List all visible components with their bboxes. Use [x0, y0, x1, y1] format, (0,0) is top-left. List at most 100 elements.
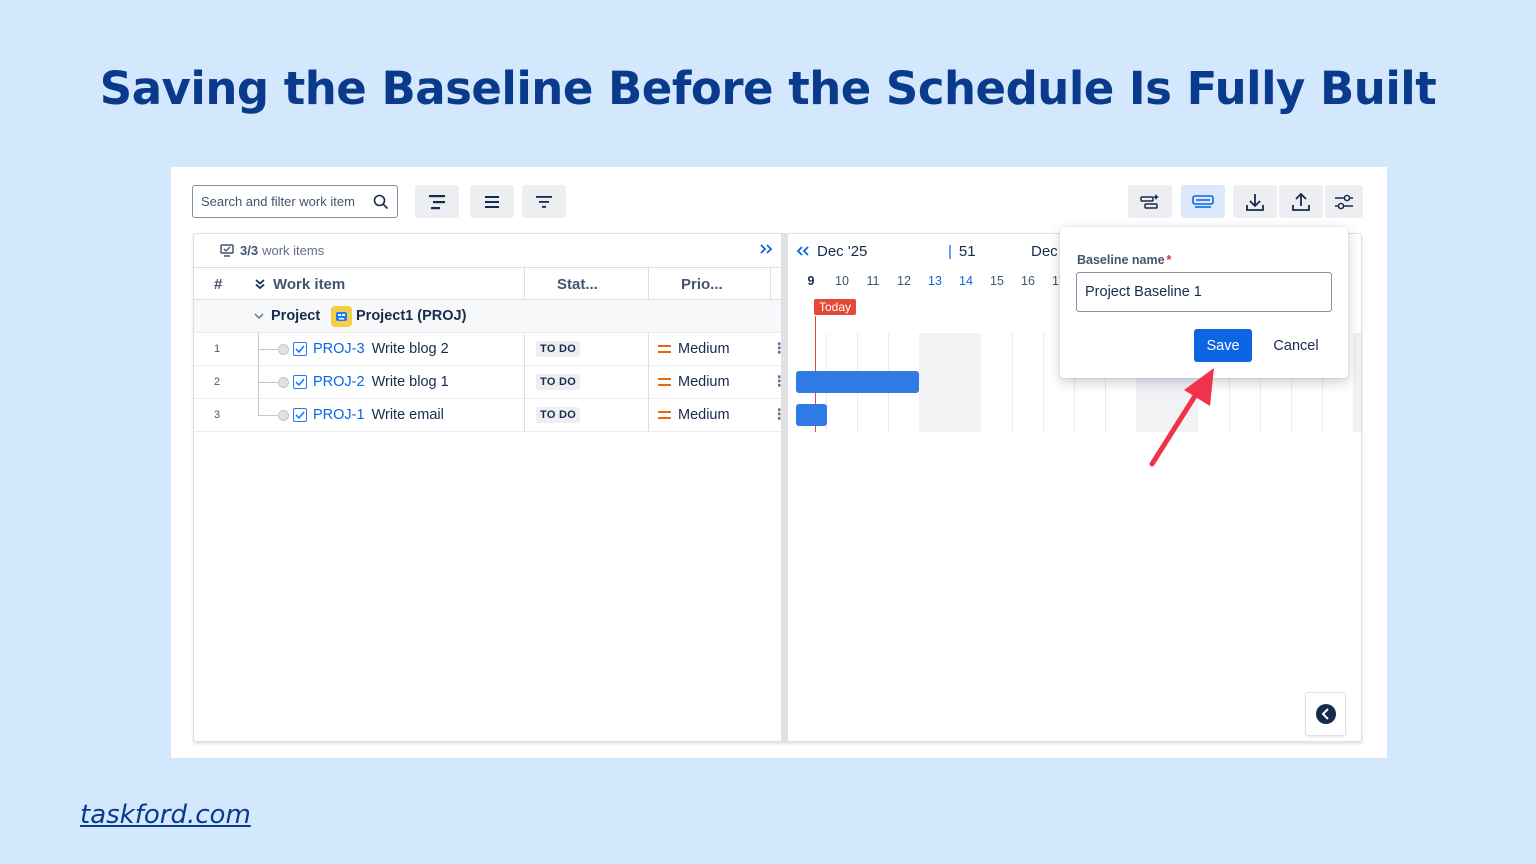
- task-bar-proj-2[interactable]: [796, 371, 919, 393]
- sliders-icon: [1335, 194, 1353, 209]
- month-label: Dec '25: [817, 242, 868, 260]
- chevron-left-circle-icon: [1315, 704, 1336, 724]
- day-label: 11: [866, 274, 880, 288]
- baseline-name-label: Baseline name *: [1077, 253, 1171, 267]
- filter-button[interactable]: [522, 185, 566, 218]
- status-badge[interactable]: TO DO: [536, 407, 581, 423]
- task-bar-proj-1[interactable]: [796, 404, 827, 426]
- chevron-down-icon[interactable]: [254, 312, 264, 320]
- list-icon: [485, 195, 499, 208]
- list-view-button[interactable]: [470, 185, 514, 218]
- tree-connector: [258, 349, 278, 350]
- group-name: Project1 (PROJ): [356, 308, 467, 324]
- baseline-name-input[interactable]: [1076, 272, 1332, 312]
- gantt-sparkle-icon: [1140, 193, 1159, 209]
- status-badge[interactable]: TO DO: [536, 341, 581, 357]
- day-label: 14: [959, 274, 973, 288]
- align-bars-icon: [429, 194, 445, 209]
- annotation-arrow-icon: [1149, 368, 1214, 467]
- table-row[interactable]: 3 PROJ-1 Write email TO DO Medium ⋮: [194, 399, 787, 432]
- required-mark: *: [1166, 253, 1172, 267]
- grid-line: [1043, 333, 1044, 432]
- baseline-button[interactable]: [1181, 185, 1225, 218]
- issue-key-link[interactable]: PROJ-3: [313, 341, 365, 357]
- upload-icon: [1292, 192, 1310, 211]
- search-icon: [373, 194, 389, 209]
- timeline-week: | 51: [948, 234, 976, 268]
- baseline-icon: [1192, 194, 1214, 208]
- tree-node-icon: [278, 343, 289, 355]
- priority-medium-icon: [658, 378, 671, 386]
- baseline-popup: Baseline name* Save Cancel: [1060, 227, 1348, 378]
- status-badge[interactable]: TO DO: [536, 374, 581, 390]
- column-work-item[interactable]: Work item: [254, 268, 345, 300]
- day-label: 9: [807, 274, 815, 288]
- tree-node-icon: [278, 376, 289, 388]
- week-marker: |: [948, 242, 952, 260]
- upload-button[interactable]: [1279, 185, 1323, 218]
- priority-value[interactable]: Medium: [678, 407, 730, 423]
- save-button[interactable]: Save: [1194, 329, 1252, 362]
- page-headline: Saving the Baseline Before the Schedule …: [99, 62, 1437, 115]
- issue-key-link[interactable]: PROJ-2: [313, 374, 365, 390]
- priority-value[interactable]: Medium: [678, 374, 730, 390]
- issue-key-link[interactable]: PROJ-1: [313, 407, 365, 423]
- work-item-count: 3/3 work items: [194, 234, 781, 268]
- search-placeholder: Search and filter work item: [201, 194, 355, 209]
- timeline-month: Dec '25: [796, 234, 867, 268]
- double-chevron-down-icon[interactable]: [254, 278, 266, 290]
- download-button[interactable]: [1233, 185, 1277, 218]
- count-value: 3/3: [240, 243, 259, 258]
- work-item-panel: 3/3 work items # Work item Stat... Prio.…: [194, 234, 787, 741]
- column-header-row: # Work item Stat... Prio...: [194, 268, 781, 300]
- week-label: 51: [958, 242, 976, 260]
- priority-medium-icon: [658, 345, 671, 353]
- task-checkbox-icon: [293, 375, 307, 389]
- project-group-row[interactable]: Project Project1 (PROJ): [194, 300, 781, 333]
- download-icon: [1246, 193, 1264, 211]
- task-checkbox-icon: [293, 408, 307, 422]
- group-type: Project: [271, 308, 321, 324]
- panel-resize-handle[interactable]: [781, 234, 788, 741]
- footer-link[interactable]: taskford.com: [80, 800, 251, 830]
- table-row[interactable]: 2 PROJ-2 Write blog 1 TO DO Medium ⋮: [194, 366, 787, 399]
- priority-value[interactable]: Medium: [678, 341, 730, 357]
- day-label: 16: [1021, 274, 1035, 288]
- day-label: 12: [897, 274, 911, 288]
- day-label: 15: [990, 274, 1004, 288]
- issue-title: Write blog 1: [371, 374, 449, 390]
- tree-node-icon: [278, 409, 289, 421]
- search-input[interactable]: Search and filter work item: [192, 185, 398, 218]
- tree-connector: [258, 415, 278, 416]
- double-chevron-right-icon[interactable]: [759, 243, 773, 255]
- group-by-button[interactable]: [415, 185, 459, 218]
- table-row[interactable]: 1 PROJ-3 Write blog 2 TO DO Medium ⋮: [194, 333, 787, 366]
- day-label: 10: [835, 274, 849, 288]
- row-number: 1: [214, 343, 221, 355]
- priority-medium-icon: [658, 411, 671, 419]
- weekend-shade: [919, 333, 981, 432]
- baseline-compare-button[interactable]: [1128, 185, 1172, 218]
- settings-button[interactable]: [1325, 185, 1363, 218]
- collapse-panel-button[interactable]: [1305, 692, 1346, 736]
- column-work-item-label: Work item: [273, 275, 346, 293]
- task-checkbox-icon: [293, 342, 307, 356]
- row-number: 3: [214, 409, 221, 421]
- cancel-button[interactable]: Cancel: [1264, 329, 1328, 362]
- issue-title: Write email: [371, 407, 444, 423]
- baseline-name-label-text: Baseline name: [1077, 253, 1165, 267]
- column-status[interactable]: Stat...: [557, 268, 598, 300]
- filter-icon: [536, 195, 552, 208]
- count-label: work items: [262, 243, 325, 258]
- tree-connector: [258, 382, 278, 383]
- grid-line: [1012, 333, 1013, 432]
- today-marker: Today: [814, 299, 857, 315]
- column-divider: [770, 268, 771, 300]
- timeline-month: Dec: [1031, 242, 1058, 260]
- double-chevron-left-icon[interactable]: [796, 245, 810, 257]
- weekend-shade: [1353, 333, 1361, 432]
- column-num: #: [214, 275, 223, 293]
- column-priority[interactable]: Prio...: [681, 268, 723, 300]
- issue-title: Write blog 2: [371, 341, 449, 357]
- project-avatar-icon: [331, 305, 352, 327]
